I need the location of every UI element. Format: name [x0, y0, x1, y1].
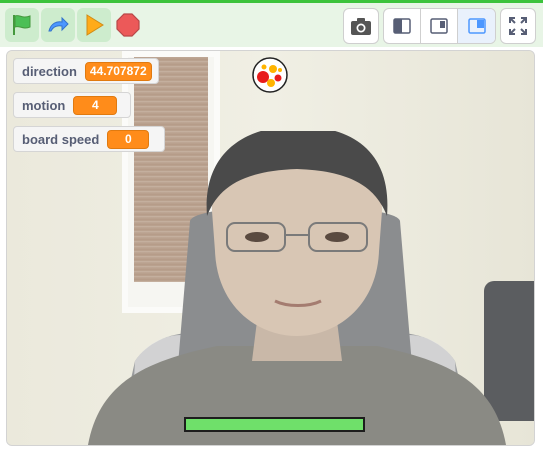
stage-size-toggle: [383, 8, 496, 44]
monitor-direction[interactable]: direction 44.707872: [13, 58, 159, 84]
stop-sign-icon: [116, 13, 140, 37]
monitor-board-speed[interactable]: board speed 0: [13, 126, 165, 152]
ball-sprite-icon: [252, 57, 288, 93]
webcam-person: [88, 131, 506, 445]
large-stage-icon: [467, 18, 486, 34]
green-flag-icon: [13, 15, 31, 35]
paddle-sprite[interactable]: [184, 417, 365, 432]
stage-toolbar: [0, 3, 543, 47]
camera-icon: [351, 18, 371, 35]
ball-sprite[interactable]: [251, 56, 289, 94]
turbo-button[interactable]: [41, 8, 75, 42]
monitor-value: 0: [107, 129, 150, 149]
large-stage-button[interactable]: [458, 9, 495, 43]
camera-button[interactable]: [343, 8, 379, 44]
small-stage-icon: [393, 18, 411, 34]
normal-stage-icon: [430, 18, 448, 34]
monitor-label: board speed: [22, 131, 100, 147]
green-flag-button[interactable]: [5, 8, 39, 42]
normal-stage-button[interactable]: [421, 9, 458, 43]
stage[interactable]: direction 44.707872 motion 4 board speed…: [6, 50, 535, 446]
fullscreen-icon: [509, 17, 527, 35]
play-icon: [86, 14, 104, 36]
monitor-label: motion: [22, 97, 66, 113]
monitor-motion[interactable]: motion 4: [13, 92, 131, 118]
monitor-value: 4: [73, 95, 118, 115]
run-button[interactable]: [77, 8, 111, 42]
monitor-value: 44.707872: [84, 61, 152, 81]
monitor-label: direction: [22, 63, 77, 79]
fullscreen-button[interactable]: [500, 8, 536, 44]
stop-button[interactable]: [111, 8, 145, 42]
small-stage-button[interactable]: [384, 9, 421, 43]
turbo-arrow-icon: [48, 16, 69, 32]
